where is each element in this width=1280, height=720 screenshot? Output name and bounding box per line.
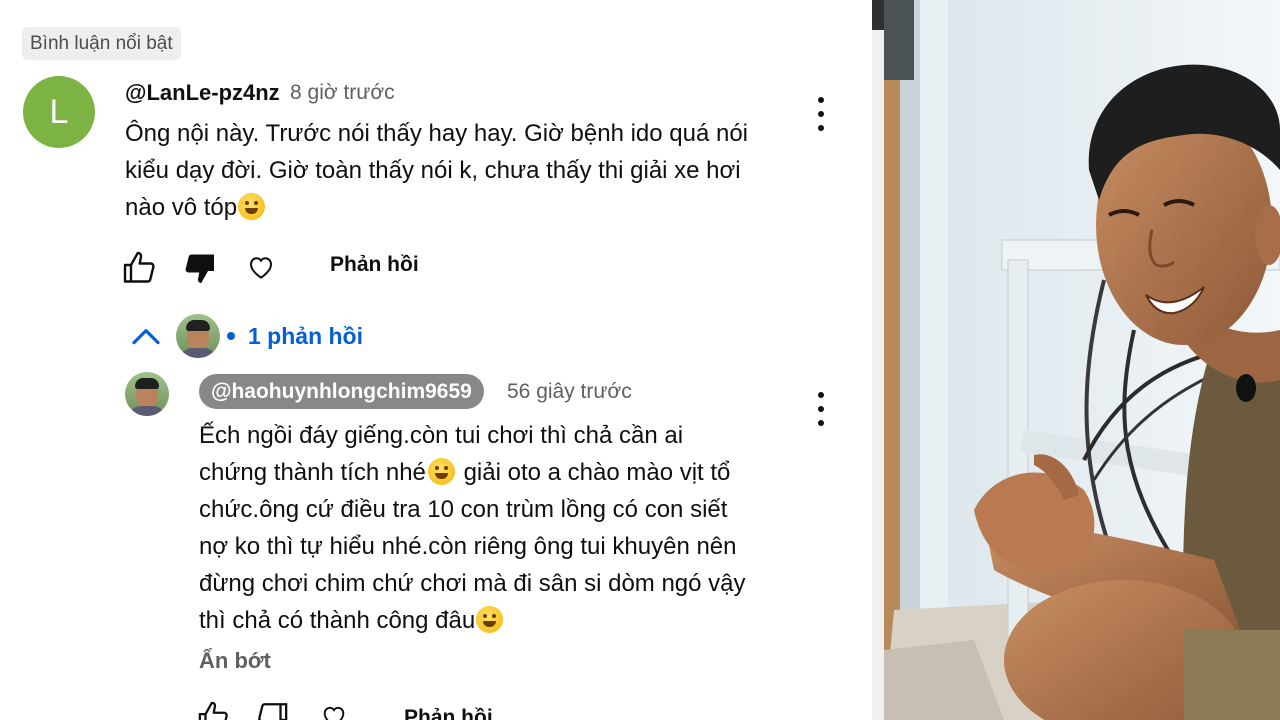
reply-time[interactable]: 56 giây trước [507,380,632,404]
comments-panel: Bình luận nổi bật L @LanLe-pz4nz 8 giờ t… [0,0,872,720]
replies-toggle[interactable]: 1 phản hồi [130,314,363,358]
comment-time[interactable]: 8 giờ trước [290,81,395,105]
reply-text: Ếch ngồi đáy giếng.còn tui chơi thì chả … [199,417,746,639]
reply-author-chip[interactable]: @haohuynhlongchim9659 [199,374,484,409]
video-frame[interactable] [884,0,1280,720]
reply-line: chức.ông cứ điều tra 10 con trùm lồng có… [199,496,728,523]
reply-count-label[interactable]: 1 phản hồi [248,323,363,350]
reply-avatar[interactable] [125,372,169,416]
reply-line: chứng thành tích nhé giải oto a chào mào… [199,458,731,486]
heart-icon[interactable] [319,702,349,720]
avatar[interactable]: L [23,76,95,148]
video-image [884,0,1280,720]
chevron-up-icon[interactable] [130,325,162,347]
comment-text: Ông nội này. Trước nói thấy hay hay. Giờ… [125,115,748,226]
reply-line: đừng chơi chim chứ chơi mà đi sân si dòm… [199,570,746,597]
reply-line: thì chả có thành công đâu [199,602,746,639]
reply-line: Ếch ngồi đáy giếng.còn tui chơi thì chả … [199,422,684,449]
dislike-icon[interactable] [180,250,218,286]
more-options-icon[interactable] [814,97,828,131]
show-less-link[interactable]: Ẩn bớt [199,648,271,674]
reply-button[interactable]: Phản hồi [330,253,419,277]
laughing-emoji [238,193,266,220]
comment-line: Ông nội này. Trước nói thấy hay hay. Giờ… [125,120,749,147]
reply-button[interactable]: Phản hồi [404,706,493,720]
grinning-emoji [427,458,455,485]
comment-line: nào vô tóp [125,189,748,226]
dot-separator-icon [227,332,235,340]
comment-line: kiểu dạy đời. Giờ toàn thấy nói k, chưa … [125,157,741,184]
replier-avatar [176,314,220,358]
dislike-icon[interactable] [255,700,289,720]
section-label-chip: Bình luận nổi bật [22,27,181,60]
heart-icon[interactable] [245,252,277,282]
like-icon[interactable] [197,700,231,720]
reply-line: nợ ko thì tự hiểu nhé.còn riêng ông tui … [199,533,737,560]
more-options-icon[interactable] [814,392,828,426]
scrollbar[interactable] [872,0,884,720]
winking-emoji [476,606,504,633]
comment-author[interactable]: @LanLe-pz4nz [125,80,280,106]
like-icon[interactable] [121,250,159,286]
